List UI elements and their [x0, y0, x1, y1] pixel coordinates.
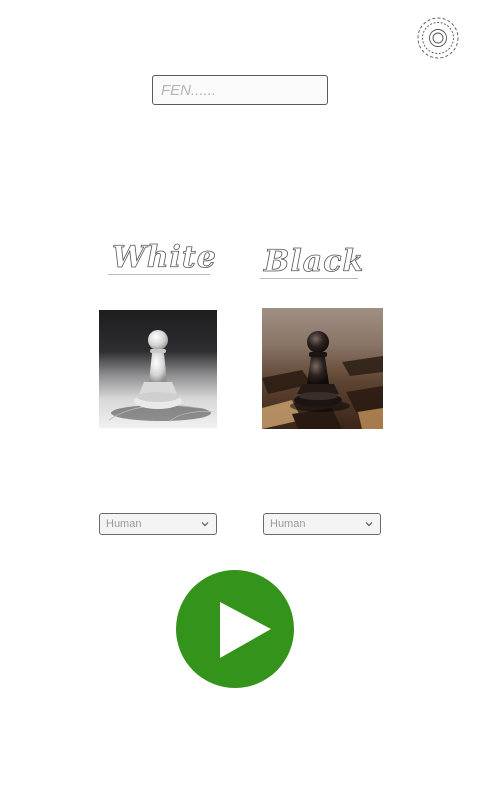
- white-title: White: [112, 240, 217, 276]
- black-title: Black: [264, 244, 365, 280]
- white-pawn-image: [108, 330, 216, 423]
- white-player-select[interactable]: Human: [99, 513, 217, 535]
- black-title-underline: [260, 278, 358, 279]
- gear-icon: [417, 17, 459, 59]
- chevron-down-icon: [365, 522, 373, 527]
- chevron-down-icon: [201, 522, 209, 527]
- white-side-card[interactable]: [99, 310, 217, 428]
- black-pawn-image: [262, 331, 383, 429]
- fen-input[interactable]: [152, 75, 328, 105]
- white-title-underline: [108, 274, 210, 275]
- black-player-select[interactable]: Human: [263, 513, 381, 535]
- settings-button[interactable]: [414, 14, 462, 62]
- black-side-card[interactable]: [262, 308, 383, 429]
- play-button[interactable]: [176, 570, 294, 688]
- white-player-select-value: Human: [106, 518, 142, 530]
- game-setup-screen: White Black: [0, 0, 480, 800]
- play-icon: [220, 602, 271, 658]
- black-player-select-value: Human: [270, 518, 306, 530]
